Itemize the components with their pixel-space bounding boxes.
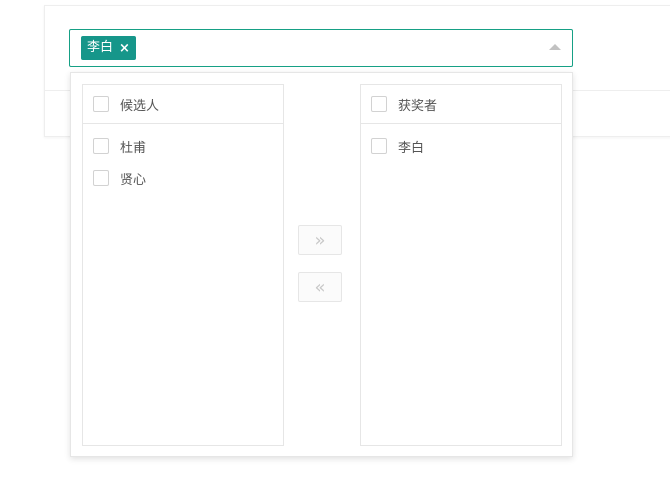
double-chevron-left-icon: « [314,276,326,298]
double-chevron-right-icon: » [314,229,326,251]
list-item[interactable]: 李白 [361,130,561,162]
selected-tag: 李白 × [81,36,136,60]
triangle-up-icon[interactable] [549,44,561,50]
transfer-right-items: 李白 [361,124,561,162]
transfer-right-title: 获奖者 [398,98,438,114]
transfer-right-list: 获奖者 李白 [360,84,562,446]
list-item[interactable]: 贤心 [83,162,283,194]
item-checkbox[interactable] [371,138,387,154]
transfer-left-items: 杜甫 贤心 [83,124,283,194]
list-item-label: 李白 [398,140,425,156]
multi-select-input[interactable]: 李白 × [69,29,573,67]
move-right-button[interactable]: » [298,225,342,255]
select-all-right-checkbox[interactable] [371,96,387,112]
item-checkbox[interactable] [93,170,109,186]
select-all-left-checkbox[interactable] [93,96,109,112]
transfer-right-header: 获奖者 [361,85,561,124]
dropdown-panel: 候选人 杜甫 贤心 » « 获奖者 李白 [70,72,573,457]
list-item-label: 杜甫 [120,140,147,156]
transfer-left-header: 候选人 [83,85,283,124]
item-checkbox[interactable] [93,138,109,154]
transfer-left-list: 候选人 杜甫 贤心 [82,84,284,446]
tag-close-icon[interactable]: × [119,41,130,56]
move-left-button[interactable]: « [298,272,342,302]
list-item-label: 贤心 [120,172,147,188]
transfer-left-title: 候选人 [120,98,160,114]
page: 李白 × 候选人 杜甫 贤心 » « 获奖者 李白 [0,0,670,479]
selected-tag-label: 李白 [87,40,114,55]
list-item[interactable]: 杜甫 [83,130,283,162]
